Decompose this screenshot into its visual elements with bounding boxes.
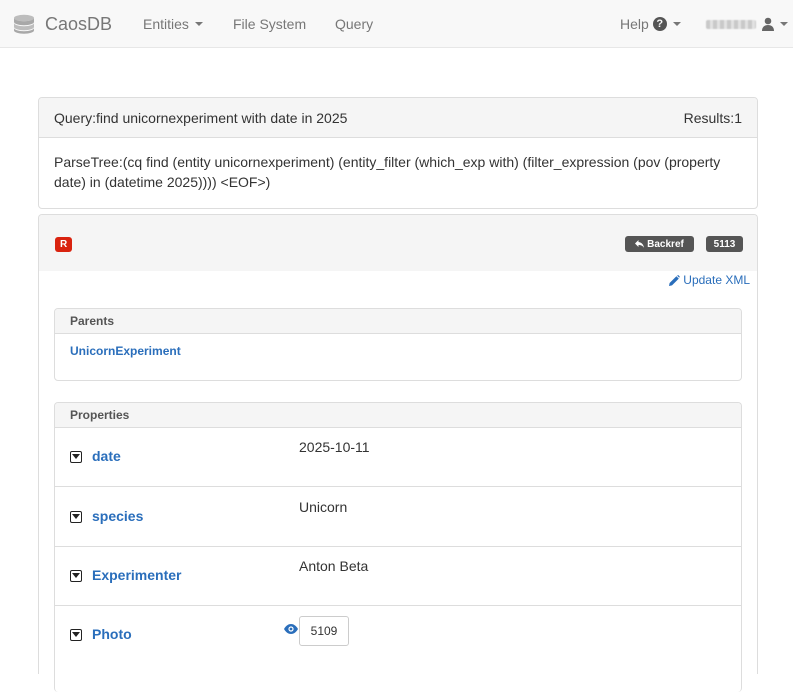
parse-tree: ParseTree:(cq find (entity unicornexperi… (39, 138, 757, 206)
backref-label: Backref (647, 238, 684, 250)
collapse-toggle-icon[interactable] (70, 511, 82, 523)
question-circle-icon: ? (652, 17, 667, 31)
nav-help-label: Help (620, 16, 649, 32)
results-count: Results:1 (684, 110, 742, 126)
property-value: Anton Beta (299, 558, 369, 574)
nav-query-label: Query (335, 16, 374, 32)
nav-query-link[interactable]: Query (335, 0, 373, 48)
update-xml-link[interactable]: Update XML (669, 273, 750, 287)
entity-heading: R Backref 5113 (39, 215, 757, 271)
parse-tree-label: ParseTree: (54, 154, 123, 170)
properties-heading: Properties (55, 403, 741, 428)
collapse-toggle-icon[interactable] (70, 451, 82, 463)
caret-down-icon (672, 22, 681, 26)
parse-tree-text: (cq find (entity unicornexperiment) (ent… (54, 154, 721, 190)
collapse-toggle-icon[interactable] (70, 629, 82, 641)
query-label: Query: (54, 109, 97, 126)
property-row-experimenter: Experimenter Anton Beta (55, 547, 741, 606)
query-heading: Query:find unicornexperiment with date i… (39, 98, 757, 138)
eye-icon[interactable] (284, 624, 298, 634)
nav-help-menu[interactable]: Help ? (620, 0, 681, 48)
backref-button[interactable]: Backref (625, 236, 694, 252)
property-name[interactable]: Photo (92, 626, 132, 642)
results-label: Results: (683, 109, 735, 126)
caret-down-icon (780, 22, 788, 26)
property-row-species: species Unicorn (55, 488, 741, 547)
property-value: Unicorn (299, 499, 348, 515)
property-name[interactable]: species (92, 508, 143, 524)
query-text: find unicornexperiment with date in 2025 (96, 109, 348, 126)
caret-down-icon (194, 22, 203, 26)
property-value: 2025-10-11 (299, 439, 370, 455)
nav-filesystem-label: File System (233, 16, 307, 32)
properties-panel: Properties date 2025-10-11 species Unico… (54, 402, 742, 692)
property-row-date: date 2025-10-11 (55, 428, 741, 487)
nav-entities-menu[interactable]: Entities (143, 0, 203, 48)
entity-panel: R Backref 5113 Update XML Parents Unicor… (38, 214, 758, 692)
user-icon (762, 17, 774, 31)
results-value: 1 (734, 109, 742, 126)
parent-link[interactable]: UnicornExperiment (70, 344, 181, 358)
collapse-toggle-icon[interactable] (70, 570, 82, 582)
nav-user-menu[interactable] (706, 0, 788, 48)
username-redacted (706, 19, 756, 29)
reference-id-box[interactable]: 5109 (299, 616, 349, 646)
navbar: CaosDB Entities File System Query Help ? (0, 0, 793, 48)
query-string: Query:find unicornexperiment with date i… (54, 110, 347, 126)
entity-id-badge[interactable]: 5113 (706, 236, 743, 252)
property-name[interactable]: Experimenter (92, 567, 181, 583)
parents-panel: Parents UnicornExperiment (54, 308, 742, 381)
database-icon (14, 14, 34, 34)
property-row-photo: Photo 5109 (55, 606, 741, 665)
role-badge: R (55, 237, 73, 252)
pencil-icon (669, 274, 681, 286)
brand-name: CaosDB (45, 13, 113, 34)
parents-heading: Parents (55, 309, 741, 334)
property-name[interactable]: date (92, 448, 121, 464)
update-xml-label: Update XML (683, 273, 750, 287)
nav-filesystem-link[interactable]: File System (233, 0, 306, 48)
nav-entities-label: Entities (143, 16, 189, 32)
query-panel: Query:find unicornexperiment with date i… (38, 97, 758, 209)
reply-icon (635, 240, 645, 248)
brand[interactable]: CaosDB (12, 0, 112, 48)
